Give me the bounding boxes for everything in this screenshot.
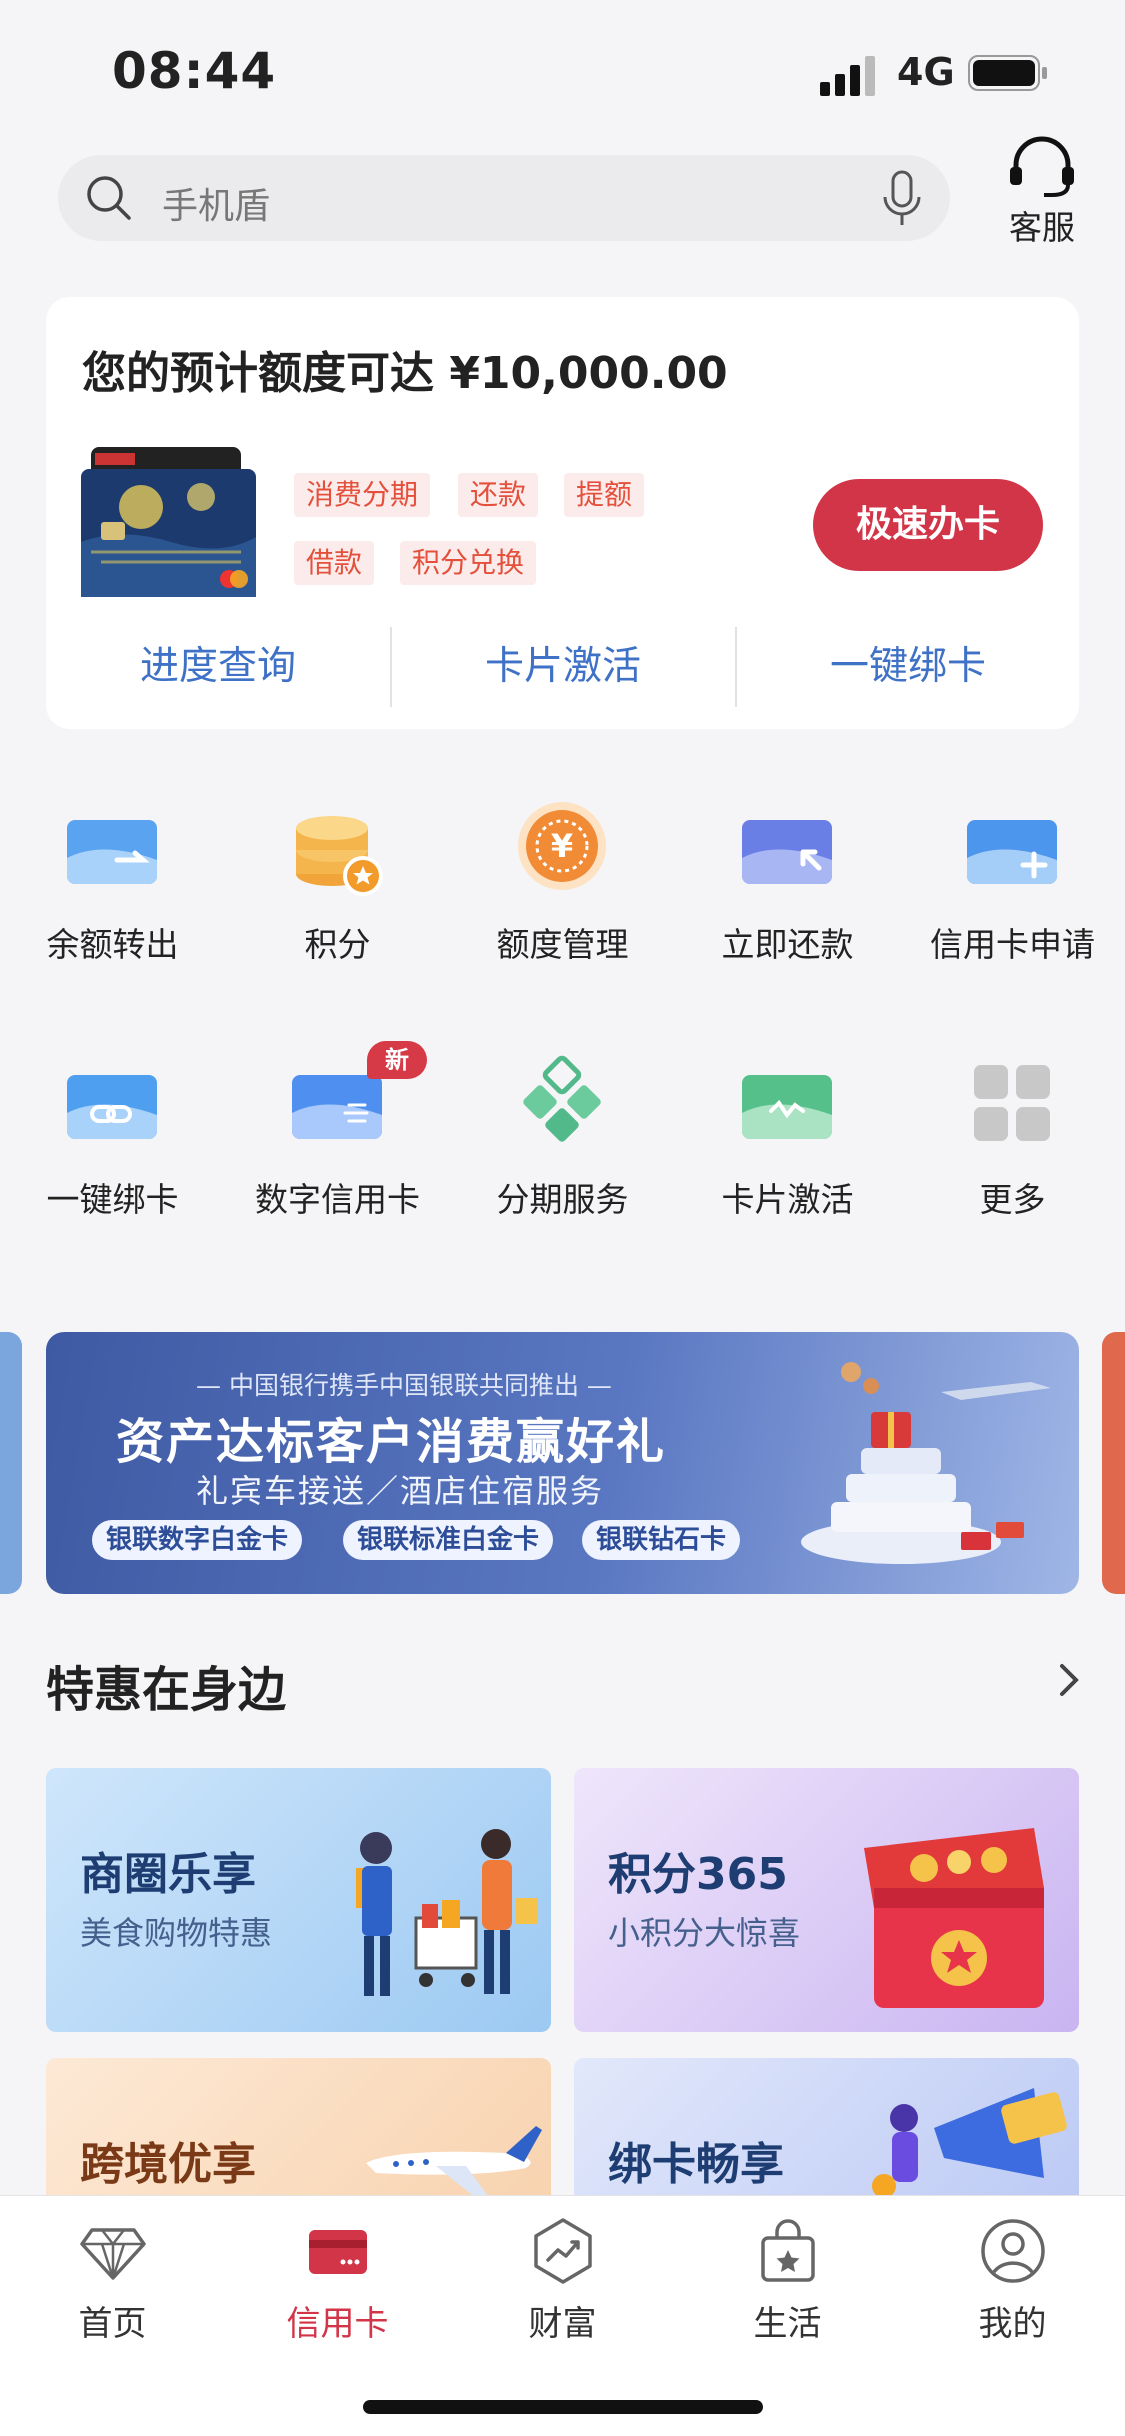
banner-title: 资产达标客户消费赢好礼 xyxy=(116,1414,667,1470)
grid-points[interactable]: 积分 xyxy=(225,800,450,1000)
home-indicator[interactable] xyxy=(363,2400,763,2414)
grid-label: 立即还款 xyxy=(721,925,854,964)
grid-installment-service[interactable]: 分期服务 xyxy=(450,1055,675,1255)
grid-label: 一键绑卡 xyxy=(46,1180,179,1219)
search-input[interactable]: 手机盾 xyxy=(162,177,270,229)
grid-more[interactable]: 更多 xyxy=(900,1055,1125,1255)
grid-label: 积分 xyxy=(304,925,371,964)
grid-label: 额度管理 xyxy=(496,925,629,964)
card-apply-icon xyxy=(967,820,1057,884)
points-coins-icon xyxy=(296,816,383,896)
tag-points-exchange[interactable]: 积分兑换 xyxy=(400,541,537,585)
grid-balance-transfer[interactable]: 余额转出 xyxy=(0,800,225,1000)
card-activate-icon xyxy=(742,1075,832,1139)
banner-subtitle-2: 礼宾车接送／酒店住宿服务 xyxy=(196,1472,605,1510)
promo-title: 商圈乐享 xyxy=(80,1849,256,1900)
grid-label: 分期服务 xyxy=(496,1180,629,1219)
megaphone-illustration xyxy=(872,2088,1067,2198)
wealth-chart-icon xyxy=(533,2218,592,2284)
promo-subtitle: 小积分大惊喜 xyxy=(608,1914,801,1952)
grid-card-apply[interactable]: 信用卡申请 xyxy=(900,800,1125,1000)
grid-label: 余额转出 xyxy=(46,925,179,964)
banner-pill: 银联标准白金卡 xyxy=(343,1520,554,1560)
credit-card-icon xyxy=(308,2230,367,2274)
banner-next-peek[interactable] xyxy=(1102,1332,1125,1594)
gift-staircase-illustration xyxy=(801,1362,1051,1564)
search-icon xyxy=(87,176,131,220)
promo-subtitle: 美食购物特惠 xyxy=(80,1914,273,1952)
tab-life[interactable]: 生活 xyxy=(675,2216,900,2366)
tab-label: 财富 xyxy=(528,2304,597,2344)
promo-card-points-365[interactable]: 积分365 小积分大惊喜 xyxy=(574,1768,1079,2032)
grid-label: 卡片激活 xyxy=(721,1180,854,1219)
promo-banner[interactable]: — 中国银行携手中国银联共同推出 — 资产达标客户消费赢好礼 礼宾车接送／酒店住… xyxy=(46,1332,1079,1594)
tab-label: 首页 xyxy=(78,2304,147,2344)
shopping-people-illustration xyxy=(356,1829,538,1996)
promo-card-business-district[interactable]: 商圈乐享 美食购物特惠 xyxy=(46,1768,551,2032)
battery-icon xyxy=(968,55,1047,91)
tag-repay[interactable]: 还款 xyxy=(458,473,539,517)
banner-pill: 银联数字白金卡 xyxy=(92,1520,303,1560)
customer-service-label: 客服 xyxy=(1009,208,1075,247)
tab-label: 生活 xyxy=(753,2304,822,2344)
status-bar: 08:44 4G xyxy=(0,0,1125,140)
banner-subtitle: — 中国银行携手中国银联共同推出 — xyxy=(196,1371,612,1400)
signal-icon xyxy=(820,56,875,96)
diamond-icon xyxy=(79,2228,146,2280)
tag-loan[interactable]: 借款 xyxy=(294,541,375,585)
credit-limit-card: 您的预计额度可达 ¥10,000.00 消费分期 还款 提额 借款 积分兑换 极… xyxy=(46,297,1079,729)
grid-limit-management[interactable]: ¥ 额度管理 xyxy=(450,800,675,1000)
tab-mine[interactable]: 我的 xyxy=(900,2216,1125,2366)
grid-label: 信用卡申请 xyxy=(930,925,1095,964)
tab-wealth[interactable]: 财富 xyxy=(450,2216,675,2366)
credit-card-image xyxy=(81,447,256,597)
card-transfer-icon xyxy=(67,820,157,884)
shopping-bag-icon xyxy=(760,2219,815,2282)
grid-one-click-bind[interactable]: 一键绑卡 xyxy=(0,1055,225,1255)
one-click-bind-link[interactable]: 一键绑卡 xyxy=(736,627,1080,707)
network-type: 4G xyxy=(897,50,955,94)
customer-service-button[interactable]: 客服 xyxy=(992,135,1092,255)
section-title: 特惠在身边 xyxy=(46,1662,287,1718)
tag-raise-limit[interactable]: 提额 xyxy=(564,473,645,517)
quick-apply-button[interactable]: 极速办卡 xyxy=(813,479,1043,571)
promo-title: 绑卡畅享 xyxy=(608,2139,784,2190)
microphone-icon[interactable] xyxy=(878,169,926,229)
card-repay-icon xyxy=(742,820,832,884)
grid-repay-now[interactable]: 立即还款 xyxy=(675,800,900,1000)
grid-label: 更多 xyxy=(979,1180,1046,1219)
card-bind-icon xyxy=(67,1075,157,1139)
grid-card-activate[interactable]: 卡片激活 xyxy=(675,1055,900,1255)
profile-icon xyxy=(980,2219,1045,2283)
progress-query-link[interactable]: 进度查询 xyxy=(46,627,390,707)
status-time: 08:44 xyxy=(112,42,277,100)
installment-diamond-icon xyxy=(523,1055,601,1142)
chevron-right-icon[interactable] xyxy=(1052,1660,1086,1700)
new-badge: 新 xyxy=(367,1041,427,1079)
yuan-coin-icon: ¥ xyxy=(518,802,606,890)
tab-home[interactable]: 首页 xyxy=(0,2216,225,2366)
headset-icon xyxy=(1010,136,1074,197)
promo-title: 积分365 xyxy=(608,1849,788,1900)
tab-label: 我的 xyxy=(978,2304,1047,2344)
banner-pill: 银联钻石卡 xyxy=(582,1520,741,1560)
grid-label: 数字信用卡 xyxy=(255,1180,420,1219)
tab-credit-card[interactable]: 信用卡 xyxy=(225,2216,450,2366)
grid-digital-card[interactable]: 新 数字信用卡 xyxy=(225,1041,450,1255)
tab-label: 信用卡 xyxy=(286,2304,389,2344)
treasure-box-illustration xyxy=(864,1828,1044,2008)
more-grid-icon xyxy=(974,1065,1050,1141)
banner-prev-peek[interactable] xyxy=(0,1332,22,1594)
promo-title: 跨境优享 xyxy=(80,2139,256,2190)
search-bar[interactable]: 手机盾 xyxy=(58,155,950,241)
credit-limit-title: 您的预计额度可达 ¥10,000.00 xyxy=(82,348,728,399)
card-activate-link[interactable]: 卡片激活 xyxy=(391,627,735,707)
tag-installment[interactable]: 消费分期 xyxy=(294,473,431,517)
svg-text:¥: ¥ xyxy=(551,827,573,865)
